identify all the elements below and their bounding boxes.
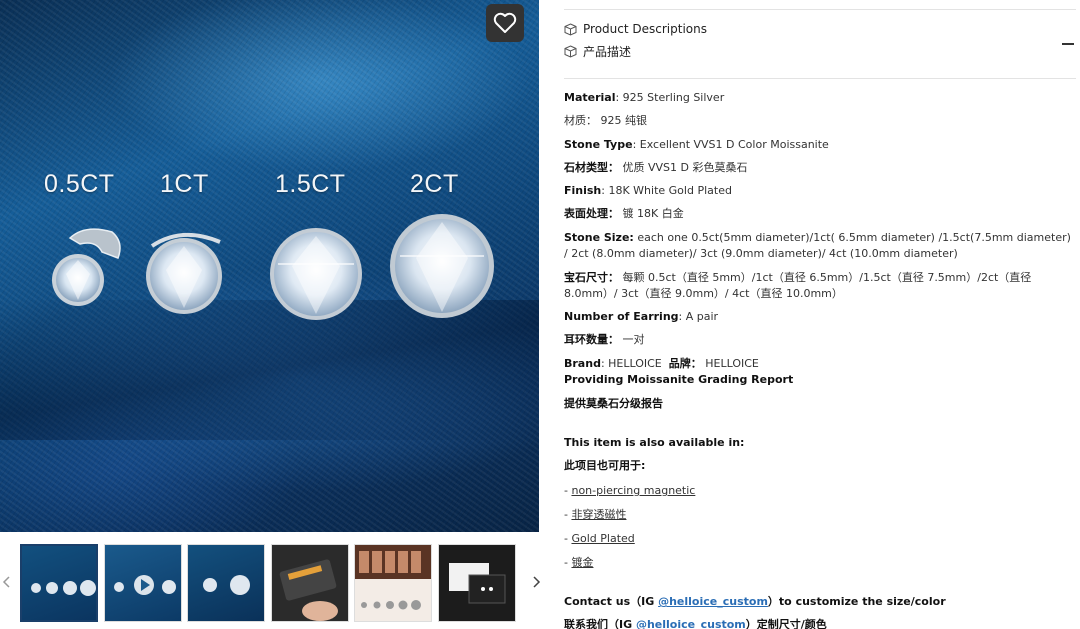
thumb-side-image xyxy=(203,575,250,595)
accordion-header-en[interactable]: Product Descriptions xyxy=(564,22,707,36)
spec-report-zh: 提供莫桑石分级报告 xyxy=(564,396,663,412)
thumb-sizes[interactable] xyxy=(20,544,98,622)
size-label-1ct: 1CT xyxy=(160,170,209,198)
spec-earring-zh-value: 一对 xyxy=(619,333,645,346)
spec-finish: Finish: 18K White Gold Plated xyxy=(564,183,732,199)
availability-heading-zh: 此项目也可用于: xyxy=(564,458,645,474)
divider xyxy=(564,9,1076,10)
option-link-gold[interactable]: Gold Plated xyxy=(571,532,634,545)
thumb-ear-chart[interactable] xyxy=(354,544,432,622)
spec-brand-value: : HELLOICE xyxy=(600,357,662,370)
earring-2ct xyxy=(390,214,494,318)
availability-option: - 非穿透磁性 xyxy=(564,507,626,523)
spec-report-en: Providing Moissanite Grading Report xyxy=(564,373,794,386)
minus-icon[interactable] xyxy=(1062,43,1074,45)
thumb-box[interactable] xyxy=(438,544,516,622)
option-link-magnetic-zh[interactable]: 非穿透磁性 xyxy=(571,508,626,521)
spec-earring-value: : A pair xyxy=(678,310,719,323)
thumb-video[interactable] xyxy=(104,544,182,622)
spec-material-label: Material xyxy=(564,91,616,104)
product-description-panel: Product Descriptions 产品描述 Material: 925 … xyxy=(564,0,1076,629)
product-main-image[interactable]: 0.5CT 1CT 1.5CT 2CT xyxy=(0,0,539,532)
spec-brand-label: Brand xyxy=(564,357,601,370)
thumb-tester-image xyxy=(279,559,338,621)
spec-size-value: each one 0.5ct(5mm diameter)/1ct( 6.5mm … xyxy=(564,231,1071,260)
contact-en-prefix: Contact us（IG xyxy=(564,595,659,608)
thumb-side[interactable] xyxy=(187,544,265,622)
contact-zh: 联系我们（IG @helloice_custom）定制尺寸/颜色 xyxy=(564,617,827,629)
spec-brand: Brand: HELLOICE 品牌： HELLOICE xyxy=(564,356,759,372)
option-link-gold-zh[interactable]: 镀金 xyxy=(571,556,593,569)
box-icon xyxy=(564,45,577,58)
thumb-video-image xyxy=(114,575,176,595)
spec-earring: Number of Earring: A pair xyxy=(564,309,718,325)
availability-heading-zh-text: 此项目也可用于: xyxy=(564,459,646,472)
accordion-title-zh: 产品描述 xyxy=(583,45,632,59)
spec-stone-zh-value: 优质 VVS1 D 彩色莫桑石 xyxy=(619,161,748,174)
spec-material-zh: 材质： 925 纯银 xyxy=(564,114,647,127)
contact-zh-suffix: ）定制尺寸/颜色 xyxy=(745,618,827,629)
spec-stone-zh-label: 石材类型： xyxy=(564,161,619,174)
spec-finish-value: : 18K White Gold Plated xyxy=(601,184,732,197)
size-label-15ct: 1.5CT xyxy=(275,170,346,198)
availability-option: - 镀金 xyxy=(564,555,593,571)
availability-option: - non-piercing magnetic xyxy=(564,483,695,499)
spec-finish-zh-value: 镀 18K 白金 xyxy=(619,207,684,220)
earring-05ct xyxy=(52,228,121,306)
thumb-ear-chart-image xyxy=(355,545,431,610)
availability-heading-en: This item is also available in: xyxy=(564,436,745,449)
availability-option: - Gold Plated xyxy=(564,531,635,547)
spec-report-zh-text: 提供莫桑石分级报告 xyxy=(564,397,663,410)
spec-stone: Stone Type: Excellent VVS1 D Color Moiss… xyxy=(564,137,829,153)
spec-earring-label: Number of Earring xyxy=(564,310,679,323)
size-label-2ct: 2CT xyxy=(410,170,459,198)
spec-material: Material: 925 Sterling Silver xyxy=(564,90,724,106)
chevron-left-icon[interactable] xyxy=(0,574,14,590)
spec-size-label: Stone Size: xyxy=(564,231,634,244)
availability-heading: This item is also available in: xyxy=(564,435,744,451)
accordion-title-en: Product Descriptions xyxy=(583,22,707,36)
spec-earring-zh-label: 耳环数量： xyxy=(564,333,619,346)
earring-1ct xyxy=(146,232,222,314)
chevron-right-icon[interactable] xyxy=(529,574,543,590)
heart-icon xyxy=(493,12,517,33)
spec-earring-zh: 耳环数量： 一对 xyxy=(564,332,645,348)
spec-size-zh-label: 宝石尺寸： xyxy=(564,271,619,284)
spec-brand-zh-label: 品牌： xyxy=(668,357,702,370)
contact-en-suffix: ）to customize the size/color xyxy=(767,595,946,608)
instagram-link-zh[interactable]: @helloice_custom xyxy=(636,618,746,629)
spec-material-value: : 925 Sterling Silver xyxy=(615,91,725,104)
thumb-sizes-image xyxy=(31,580,96,596)
spec-stone-label: Stone Type xyxy=(564,138,633,151)
box-icon xyxy=(564,22,577,36)
thumb-box-image xyxy=(449,563,506,604)
spec-finish-label: Finish xyxy=(564,184,602,197)
contact-en: Contact us（IG @helloice_custom）to custom… xyxy=(564,594,946,610)
spec-size-zh-value: 每颗 0.5ct（直径 5mm）/1ct（直径 6.5mm）/1.5ct（直径 … xyxy=(564,271,1032,300)
contact-zh-prefix: 联系我们（IG xyxy=(564,618,636,629)
spec-finish-zh-label: 表面处理： xyxy=(564,207,619,220)
spec-size: Stone Size: each one 0.5ct(5mm diameter)… xyxy=(564,230,1074,262)
divider xyxy=(564,78,1076,79)
wishlist-button[interactable] xyxy=(486,4,524,42)
size-label-05ct: 0.5CT xyxy=(44,170,115,198)
spec-report: Providing Moissanite Grading Report xyxy=(564,372,793,388)
thumbnail-strip xyxy=(0,540,541,626)
spec-finish-zh: 表面处理： 镀 18K 白金 xyxy=(564,206,684,222)
spec-stone-zh: 石材类型： 优质 VVS1 D 彩色莫桑石 xyxy=(564,160,748,176)
spec-stone-value: : Excellent VVS1 D Color Moissanite xyxy=(632,138,829,151)
accordion-header-zh[interactable]: 产品描述 xyxy=(564,43,631,60)
option-link-magnetic[interactable]: non-piercing magnetic xyxy=(571,484,695,497)
spec-size-zh: 宝石尺寸： 每颗 0.5ct（直径 5mm）/1ct（直径 6.5mm）/1.5… xyxy=(564,270,1074,302)
thumb-tester[interactable] xyxy=(271,544,349,622)
spec-brand-zh-value: HELLOICE xyxy=(701,357,759,370)
instagram-link[interactable]: @helloice_custom xyxy=(658,595,768,608)
earring-15ct xyxy=(270,228,362,320)
